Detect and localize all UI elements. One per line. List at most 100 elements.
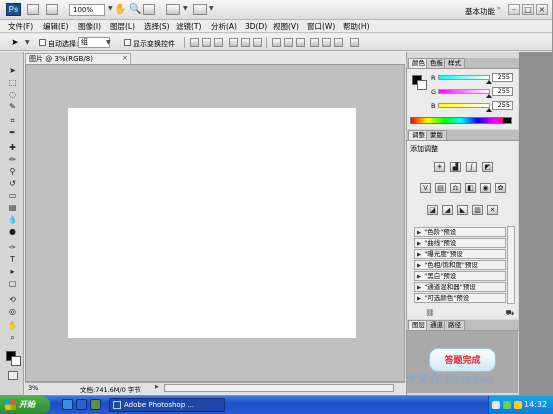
ie-icon[interactable] [62,399,73,410]
chevron-down-icon[interactable]: ▼ [209,5,214,12]
background-swatch[interactable] [417,80,427,90]
preset-levels[interactable]: ▶ "色阶"预设 [414,227,506,237]
3d-rotate-tool-icon[interactable]: ⟲ [7,295,18,304]
preset-black-white[interactable]: ▶ "黑白"预设 [414,271,506,281]
vibrance-icon[interactable]: V [420,183,431,193]
posterize-icon[interactable]: ◢ [442,205,453,215]
clip-to-layer-icon[interactable]: ⛓ [425,309,435,317]
canvas[interactable] [68,108,356,338]
hand-tool-icon[interactable]: ✋ [114,4,126,15]
photo-filter-icon[interactable]: ◉ [480,183,491,193]
network-icon[interactable] [503,401,511,409]
color-spectrum-bar[interactable] [410,117,512,124]
distribute-hcenter-icon[interactable] [322,38,331,47]
zoom-tool-icon[interactable]: 🔍 [129,4,141,15]
chevron-down-icon[interactable]: ▼ [106,39,111,46]
hand-tool-icon[interactable]: ✋ [7,321,18,330]
preset-exposure[interactable]: ▶ "曝光度"预设 [414,249,506,259]
answer-complete-button[interactable]: 答题完成 [429,348,496,372]
distribute-right-icon[interactable] [334,38,343,47]
distribute-top-icon[interactable] [272,38,281,47]
shape-tool-icon[interactable]: ▢ [7,279,18,288]
selective-color-icon[interactable]: ✕ [487,205,498,215]
arrange-documents-icon[interactable] [166,4,180,15]
menu-file[interactable]: 文件(F) [8,21,33,32]
preset-channel-mixer[interactable]: ▶ "通道混和器"预设 [414,282,506,292]
align-right-icon[interactable] [253,38,262,47]
crop-tool-icon[interactable]: ⌗ [7,116,18,125]
panel-options-icon[interactable]: ⛟ [505,309,515,317]
distribute-vcenter-icon[interactable] [284,38,293,47]
blue-value-field[interactable]: 255 [492,101,513,110]
type-tool-icon[interactable]: T [7,255,18,264]
bridge-icon[interactable] [27,4,39,15]
dodge-tool-icon[interactable]: ● [7,227,18,236]
collapsed-panels-strip[interactable] [519,52,552,395]
brush-tool-icon[interactable]: ✏ [7,155,18,164]
minibridge-icon[interactable] [46,4,58,15]
preset-selective-color[interactable]: ▶ "可选颜色"预设 [414,293,506,303]
blue-slider[interactable] [438,103,490,108]
history-brush-tool-icon[interactable]: ↺ [7,179,18,188]
menu-select[interactable]: 选择(S) [144,21,170,32]
gradient-tool-icon[interactable]: ▤ [7,203,18,212]
rotate-view-icon[interactable] [143,4,155,15]
invert-icon[interactable]: ◪ [427,205,438,215]
preset-curves[interactable]: ▶ "曲线"预设 [414,238,506,248]
eyedropper-tool-icon[interactable]: ✒ [7,128,18,137]
menu-3d[interactable]: 3D(D) [245,21,267,32]
chevron-down-icon[interactable]: ▼ [25,39,30,46]
workspace-switcher[interactable]: 基本功能 [465,6,495,17]
auto-align-icon[interactable] [350,38,359,47]
chevron-down-icon[interactable]: ▼ [108,5,113,12]
menu-filter[interactable]: 滤镜(T) [176,21,201,32]
menu-analysis[interactable]: 分析(A) [211,21,237,32]
restore-icon[interactable]: □ [522,4,534,15]
menu-help[interactable]: 帮助(H) [343,21,370,32]
show-desktop-icon[interactable] [90,399,101,410]
align-hcenter-icon[interactable] [241,38,250,47]
align-vcenter-icon[interactable] [202,38,211,47]
curves-icon[interactable]: ∫ [466,162,477,172]
distribute-left-icon[interactable] [310,38,319,47]
close-icon[interactable]: × [122,54,128,62]
healing-brush-tool-icon[interactable]: ✚ [7,143,18,152]
brightness-contrast-icon[interactable]: ☀ [434,162,445,172]
red-value-field[interactable]: 255 [492,73,513,82]
blur-tool-icon[interactable]: 💧 [7,215,18,224]
gradient-map-icon[interactable]: ▥ [472,205,483,215]
align-bottom-icon[interactable] [214,38,223,47]
eraser-tool-icon[interactable]: ▭ [7,191,18,200]
channel-mixer-icon[interactable]: ✿ [495,183,506,193]
red-slider[interactable] [438,75,490,80]
status-menu-arrow-icon[interactable]: ▶ [155,384,159,390]
menu-layer[interactable]: 图层(L) [110,21,135,32]
hue-saturation-icon[interactable]: ▤ [435,183,446,193]
auto-select-checkbox[interactable] [39,39,46,46]
zoom-level[interactable]: 3% [28,384,38,392]
taskbar-photoshop-button[interactable]: Adobe Photoshop ... [109,398,225,412]
exposure-icon[interactable]: ◩ [482,162,493,172]
minimize-icon[interactable]: – [508,4,520,15]
presets-scrollbar[interactable] [507,226,515,304]
menu-edit[interactable]: 编辑(E) [43,21,69,32]
show-transform-checkbox[interactable] [124,39,131,46]
menu-window[interactable]: 窗口(W) [307,21,335,32]
black-white-ramp[interactable] [503,118,511,123]
tray-icon[interactable] [492,401,500,409]
horizontal-scrollbar[interactable] [164,384,394,392]
green-value-field[interactable]: 255 [492,87,513,96]
quick-select-tool-icon[interactable]: ✎ [7,102,18,111]
menu-image[interactable]: 图像(I) [78,21,101,32]
clone-stamp-tool-icon[interactable]: ⚲ [7,167,18,176]
speaker-icon[interactable] [514,401,522,409]
quick-mask-icon[interactable] [8,371,18,380]
tab-paths[interactable]: 路径 [444,320,465,330]
lasso-tool-icon[interactable]: ◌ [7,90,18,99]
word-icon[interactable] [76,399,87,410]
menu-view[interactable]: 视图(V) [273,21,299,32]
align-top-icon[interactable] [190,38,199,47]
green-slider[interactable] [438,89,490,94]
color-balance-icon[interactable]: ⚖ [450,183,461,193]
pen-tool-icon[interactable]: ✑ [7,243,18,252]
